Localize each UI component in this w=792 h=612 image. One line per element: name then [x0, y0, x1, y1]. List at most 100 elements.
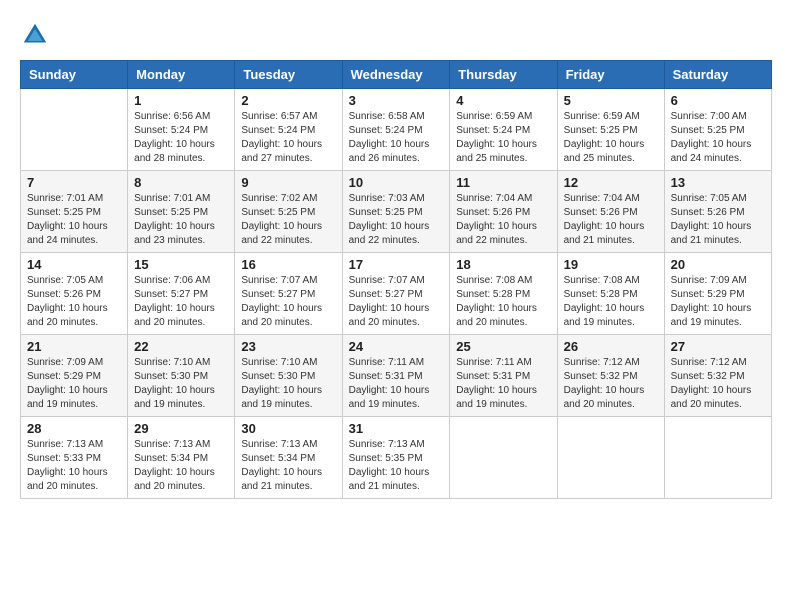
calendar-cell: 28 Sunrise: 7:13 AMSunset: 5:33 PMDayligh… [21, 417, 128, 499]
calendar-week-4: 21 Sunrise: 7:09 AMSunset: 5:29 PMDayligh… [21, 335, 772, 417]
calendar-cell: 30 Sunrise: 7:13 AMSunset: 5:34 PMDayligh… [235, 417, 342, 499]
day-info: Sunrise: 7:06 AMSunset: 5:27 PMDaylight:… [134, 274, 228, 330]
day-info: Sunrise: 7:07 AMSunset: 5:27 PMDaylight:… [241, 274, 335, 330]
logo-icon [20, 20, 50, 50]
calendar-cell [450, 417, 557, 499]
calendar-cell: 8 Sunrise: 7:01 AMSunset: 5:25 PMDaylight… [128, 171, 235, 253]
column-header-friday: Friday [557, 61, 664, 89]
day-number: 27 [671, 339, 765, 354]
day-number: 22 [134, 339, 228, 354]
calendar-cell: 24 Sunrise: 7:11 AMSunset: 5:31 PMDayligh… [342, 335, 450, 417]
calendar-cell: 29 Sunrise: 7:13 AMSunset: 5:34 PMDayligh… [128, 417, 235, 499]
day-info: Sunrise: 7:08 AMSunset: 5:28 PMDaylight:… [564, 274, 658, 330]
calendar-cell: 25Sunrise: 7:11 AMSunset: 5:31 PMDayligh… [450, 335, 557, 417]
day-info: Sunrise: 7:13 AMSunset: 5:34 PMDaylight:… [241, 438, 335, 494]
day-number: 17 [349, 257, 444, 272]
calendar-cell: 27 Sunrise: 7:12 AMSunset: 5:32 PMDayligh… [664, 335, 771, 417]
calendar-cell [557, 417, 664, 499]
day-info: Sunrise: 7:08 AMSunset: 5:28 PMDaylight:… [456, 274, 550, 330]
calendar-cell: 9 Sunrise: 7:02 AMSunset: 5:25 PMDaylight… [235, 171, 342, 253]
calendar-cell: 21 Sunrise: 7:09 AMSunset: 5:29 PMDayligh… [21, 335, 128, 417]
calendar-cell [21, 89, 128, 171]
day-info: Sunrise: 7:09 AMSunset: 5:29 PMDaylight:… [27, 356, 121, 412]
day-info: Sunrise: 6:57 AMSunset: 5:24 PMDaylight:… [241, 110, 335, 166]
logo [20, 20, 54, 50]
calendar-cell: 13 Sunrise: 7:05 AMSunset: 5:26 PMDayligh… [664, 171, 771, 253]
day-number: 26 [564, 339, 658, 354]
day-number: 12 [564, 175, 658, 190]
column-header-monday: Monday [128, 61, 235, 89]
calendar-cell: 11Sunrise: 7:04 AMSunset: 5:26 PMDayligh… [450, 171, 557, 253]
day-info: Sunrise: 7:13 AMSunset: 5:35 PMDaylight:… [349, 438, 444, 494]
day-info: Sunrise: 7:11 AMSunset: 5:31 PMDaylight:… [349, 356, 444, 412]
calendar-cell: 4Sunrise: 6:59 AMSunset: 5:24 PMDaylight… [450, 89, 557, 171]
day-info: Sunrise: 7:05 AMSunset: 5:26 PMDaylight:… [27, 274, 121, 330]
calendar-cell: 26 Sunrise: 7:12 AMSunset: 5:32 PMDayligh… [557, 335, 664, 417]
day-number: 6 [671, 93, 765, 108]
calendar-cell: 18 Sunrise: 7:08 AMSunset: 5:28 PMDayligh… [450, 253, 557, 335]
day-info: Sunrise: 6:56 AMSunset: 5:24 PMDaylight:… [134, 110, 228, 166]
calendar-cell: 23 Sunrise: 7:10 AMSunset: 5:30 PMDayligh… [235, 335, 342, 417]
day-info: Sunrise: 7:10 AMSunset: 5:30 PMDaylight:… [241, 356, 335, 412]
day-number: 31 [349, 421, 444, 436]
calendar-cell: 6 Sunrise: 7:00 AMSunset: 5:25 PMDaylight… [664, 89, 771, 171]
day-info: Sunrise: 7:12 AMSunset: 5:32 PMDaylight:… [671, 356, 765, 412]
day-info: Sunrise: 7:03 AMSunset: 5:25 PMDaylight:… [349, 192, 444, 248]
calendar-cell: 31 Sunrise: 7:13 AMSunset: 5:35 PMDayligh… [342, 417, 450, 499]
day-number: 20 [671, 257, 765, 272]
calendar-cell: 1Sunrise: 6:56 AMSunset: 5:24 PMDaylight… [128, 89, 235, 171]
day-info: Sunrise: 6:58 AMSunset: 5:24 PMDaylight:… [349, 110, 444, 166]
calendar-cell [664, 417, 771, 499]
day-number: 11 [456, 175, 550, 190]
calendar-week-1: 1Sunrise: 6:56 AMSunset: 5:24 PMDaylight… [21, 89, 772, 171]
day-number: 28 [27, 421, 121, 436]
day-number: 19 [564, 257, 658, 272]
calendar-cell: 3 Sunrise: 6:58 AMSunset: 5:24 PMDaylight… [342, 89, 450, 171]
day-number: 21 [27, 339, 121, 354]
day-number: 3 [349, 93, 444, 108]
calendar-week-3: 14Sunrise: 7:05 AMSunset: 5:26 PMDayligh… [21, 253, 772, 335]
day-info: Sunrise: 7:07 AMSunset: 5:27 PMDaylight:… [349, 274, 444, 330]
day-info: Sunrise: 7:00 AMSunset: 5:25 PMDaylight:… [671, 110, 765, 166]
calendar-header-row: SundayMondayTuesdayWednesdayThursdayFrid… [21, 61, 772, 89]
calendar-cell: 20 Sunrise: 7:09 AMSunset: 5:29 PMDayligh… [664, 253, 771, 335]
day-number: 23 [241, 339, 335, 354]
day-info: Sunrise: 7:13 AMSunset: 5:33 PMDaylight:… [27, 438, 121, 494]
calendar-cell: 7Sunrise: 7:01 AMSunset: 5:25 PMDaylight… [21, 171, 128, 253]
column-header-wednesday: Wednesday [342, 61, 450, 89]
day-info: Sunrise: 7:12 AMSunset: 5:32 PMDaylight:… [564, 356, 658, 412]
day-number: 15 [134, 257, 228, 272]
day-number: 10 [349, 175, 444, 190]
day-info: Sunrise: 7:13 AMSunset: 5:34 PMDaylight:… [134, 438, 228, 494]
day-number: 7 [27, 175, 121, 190]
day-number: 2 [241, 93, 335, 108]
day-info: Sunrise: 7:02 AMSunset: 5:25 PMDaylight:… [241, 192, 335, 248]
calendar-cell: 10 Sunrise: 7:03 AMSunset: 5:25 PMDayligh… [342, 171, 450, 253]
day-info: Sunrise: 7:01 AMSunset: 5:25 PMDaylight:… [134, 192, 228, 248]
day-info: Sunrise: 6:59 AMSunset: 5:25 PMDaylight:… [564, 110, 658, 166]
day-number: 16 [241, 257, 335, 272]
calendar-cell: 19 Sunrise: 7:08 AMSunset: 5:28 PMDayligh… [557, 253, 664, 335]
day-info: Sunrise: 7:10 AMSunset: 5:30 PMDaylight:… [134, 356, 228, 412]
column-header-saturday: Saturday [664, 61, 771, 89]
day-number: 8 [134, 175, 228, 190]
calendar-cell: 14Sunrise: 7:05 AMSunset: 5:26 PMDayligh… [21, 253, 128, 335]
calendar-cell: 16 Sunrise: 7:07 AMSunset: 5:27 PMDayligh… [235, 253, 342, 335]
day-number: 5 [564, 93, 658, 108]
day-number: 25 [456, 339, 550, 354]
calendar-week-2: 7 Sunrise: 7:01 AMSunset: 5:25 PMDaylight… [21, 171, 772, 253]
day-number: 29 [134, 421, 228, 436]
day-number: 13 [671, 175, 765, 190]
column-header-thursday: Thursday [450, 61, 557, 89]
day-number: 24 [349, 339, 444, 354]
day-number: 18 [456, 257, 550, 272]
column-header-tuesday: Tuesday [235, 61, 342, 89]
calendar-cell: 22 Sunrise: 7:10 AMSunset: 5:30 PMDayligh… [128, 335, 235, 417]
day-info: Sunrise: 7:05 AMSunset: 5:26 PMDaylight:… [671, 192, 765, 248]
calendar-week-5: 28 Sunrise: 7:13 AMSunset: 5:33 PMDayligh… [21, 417, 772, 499]
day-info: Sunrise: 7:09 AMSunset: 5:29 PMDaylight:… [671, 274, 765, 330]
calendar-cell: 5 Sunrise: 6:59 AMSunset: 5:25 PMDaylight… [557, 89, 664, 171]
day-number: 30 [241, 421, 335, 436]
calendar-cell: 2 Sunrise: 6:57 AMSunset: 5:24 PMDaylight… [235, 89, 342, 171]
day-number: 9 [241, 175, 335, 190]
